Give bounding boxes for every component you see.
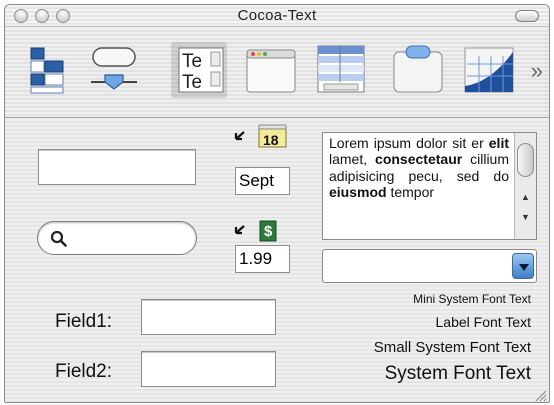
toolbar: Te Te » xyxy=(5,28,549,118)
toolbar-toggle-button[interactable] xyxy=(515,10,539,22)
date-field[interactable]: Sept xyxy=(235,167,290,195)
window-icon xyxy=(246,49,296,93)
chevron-down-icon xyxy=(519,264,529,271)
field1-input[interactable] xyxy=(141,299,276,335)
toolbar-item-graph[interactable] xyxy=(461,42,517,98)
svg-text:Te: Te xyxy=(182,51,202,72)
tab-view-icon xyxy=(393,45,443,93)
buttons-icon xyxy=(91,47,137,90)
small-font-label: Small System Font Text xyxy=(373,339,531,356)
currency-arrow-icon xyxy=(234,220,277,242)
toolbar-item-text[interactable]: Te Te xyxy=(171,42,227,98)
system-font-label: System Font Text xyxy=(384,363,531,384)
text-view-scrollbar[interactable]: ▲ ▼ xyxy=(514,133,536,239)
svg-text:Te: Te xyxy=(182,72,202,93)
title-bar[interactable]: Cocoa-Text xyxy=(5,5,549,27)
toolbar-item-tabs[interactable] xyxy=(390,42,446,98)
search-icon xyxy=(50,230,67,247)
scroll-thumb[interactable] xyxy=(517,143,534,177)
popup-arrow-button[interactable] xyxy=(512,253,534,279)
toolbar-item-buttons[interactable] xyxy=(85,42,141,98)
field1-label: Field1: xyxy=(55,311,113,332)
popup-button[interactable] xyxy=(322,249,537,283)
graph-icon xyxy=(464,47,514,93)
toolbar-item-window[interactable] xyxy=(243,42,299,98)
text-view-content[interactable]: Lorem ipsum dolor sit er elit lamet, con… xyxy=(329,135,509,201)
field2-label: Field2: xyxy=(55,361,113,382)
text-view[interactable]: Lorem ipsum dolor sit er elit lamet, con… xyxy=(322,132,537,240)
toolbar-item-table[interactable] xyxy=(314,42,370,98)
search-field[interactable] xyxy=(37,221,197,255)
label-font-label: Label Font Text xyxy=(435,314,531,330)
currency-symbol: $ xyxy=(264,223,273,240)
scroll-up-button[interactable]: ▲ xyxy=(515,189,536,205)
calendar-day: 18 xyxy=(263,132,279,148)
content-area: 18 Sept $ 1.99 Lorem ipsum dolor sit er … xyxy=(5,119,549,402)
toolbar-item-outline[interactable] xyxy=(19,42,75,98)
mini-font-label: Mini System Font Text xyxy=(413,292,531,306)
table-view-icon xyxy=(317,45,365,93)
resize-grip-icon[interactable] xyxy=(533,388,547,402)
outline-view-icon xyxy=(30,47,64,94)
currency-field[interactable]: 1.99 xyxy=(235,245,290,273)
text-field[interactable] xyxy=(38,149,196,185)
window: Cocoa-Text Te Te » 18 Sept $ 1.99 Lorem … xyxy=(4,4,550,403)
field2-input[interactable] xyxy=(141,351,276,387)
scroll-down-button[interactable]: ▼ xyxy=(515,209,536,225)
toolbar-overflow-button[interactable]: » xyxy=(531,58,543,84)
text-fields-icon: Te Te xyxy=(178,47,224,93)
window-title: Cocoa-Text xyxy=(237,7,317,24)
